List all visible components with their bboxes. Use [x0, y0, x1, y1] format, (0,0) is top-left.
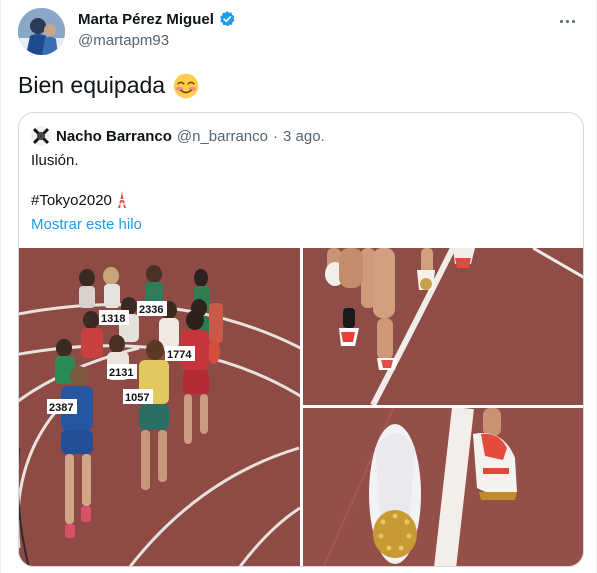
photo-runners[interactable]: 2387 1057 1774 2336 2131 1318: [19, 248, 300, 566]
quoted-author-handle[interactable]: @n_barranco: [177, 128, 268, 145]
author-avatar[interactable]: [18, 8, 65, 55]
photo-spikes[interactable]: [303, 408, 583, 566]
bib-6: 1318: [101, 313, 125, 325]
quoted-separator: ·: [273, 127, 278, 145]
quoted-author-avatar[interactable]: [31, 126, 51, 146]
author-handle[interactable]: @martapm93: [78, 32, 236, 49]
tweet-text-content: Bien equipada: [18, 72, 166, 98]
tweet-text: Bien equipada: [18, 72, 199, 99]
show-thread-link[interactable]: Mostrar este hilo: [31, 216, 142, 233]
bib-5: 2131: [109, 367, 133, 379]
quoted-tweet[interactable]: Nacho Barranco @n_barranco · 3 ago. Ilus…: [18, 112, 584, 567]
author-name[interactable]: Marta Pérez Miguel: [78, 11, 214, 28]
bib-4: 2336: [139, 304, 163, 316]
quoted-date[interactable]: 3 ago.: [283, 128, 325, 145]
quoted-hashtag-row: #Tokyo2020: [31, 191, 129, 209]
author-name-row: Marta Pérez Miguel: [78, 10, 236, 28]
quoted-text: Ilusión.: [31, 152, 79, 169]
bib-2: 1057: [125, 392, 149, 404]
quoted-author-name[interactable]: Nacho Barranco: [56, 128, 172, 145]
quoted-hashtag[interactable]: #Tokyo2020: [31, 192, 112, 209]
tokyo-tower-emoji-icon: [117, 191, 126, 208]
tweet-card: Marta Pérez Miguel @martapm93 Bien equip…: [0, 0, 597, 573]
bib-3: 1774: [167, 349, 192, 361]
smiling-face-emoji-icon: [173, 73, 199, 98]
photo-legs[interactable]: [303, 248, 583, 405]
quoted-header: Nacho Barranco @n_barranco · 3 ago.: [31, 126, 325, 146]
verified-badge-icon: [219, 11, 235, 27]
more-options-icon[interactable]: [556, 12, 578, 30]
bib-1: 2387: [49, 402, 73, 414]
media-grid: 2387 1057 1774 2336 2131 1318: [19, 248, 583, 566]
author-block: Marta Pérez Miguel @martapm93: [78, 10, 236, 49]
